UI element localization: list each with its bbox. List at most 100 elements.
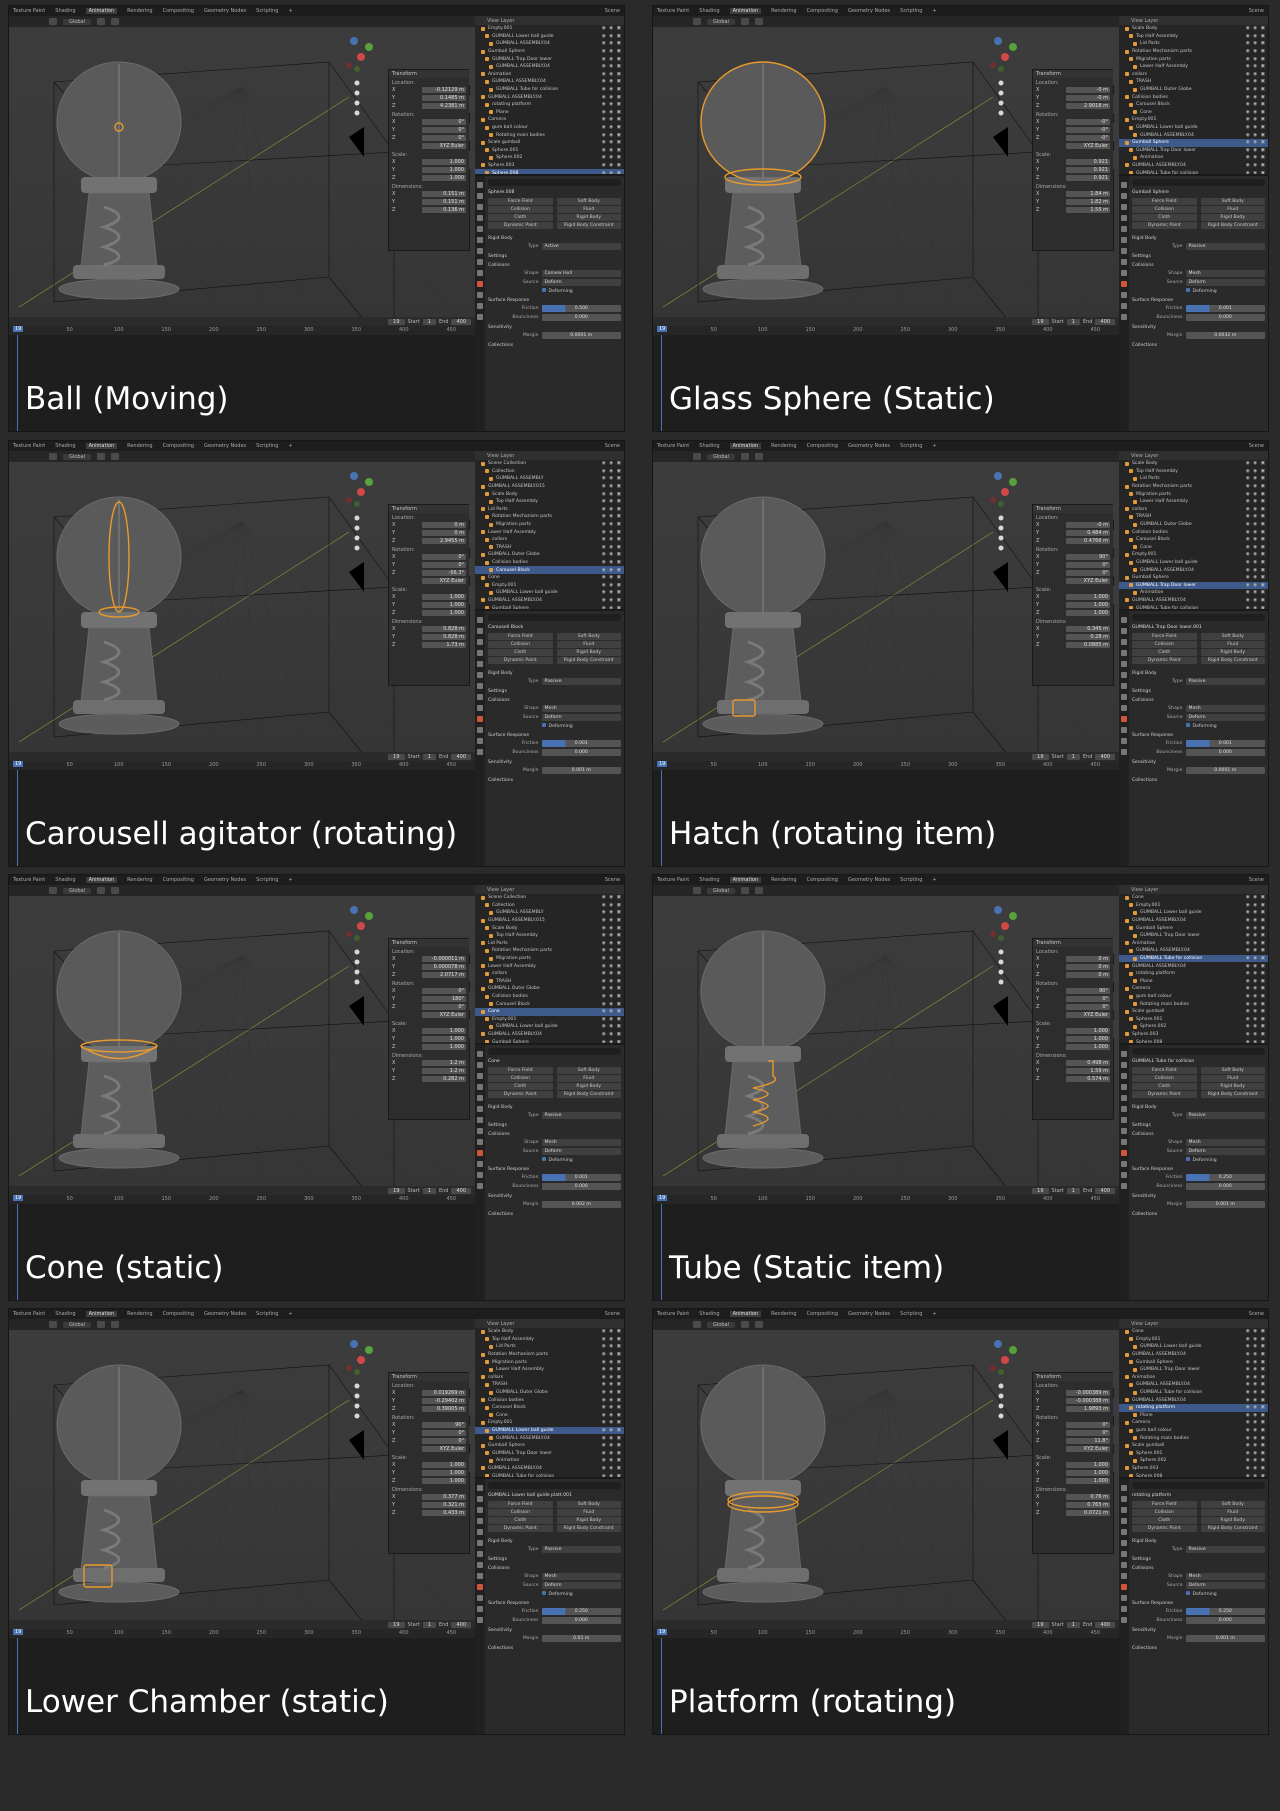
dimensions-value[interactable]: 0.282 m [422,1076,466,1082]
outliner[interactable]: View Layer Scale Body ◉ ◉ ▣ Top Half Assem… [1119,451,1268,611]
workspace-tab[interactable]: Rendering [127,877,153,883]
visibility-toggle-icon[interactable]: ◉ ◉ ▣ [602,895,622,900]
settings-subpanel[interactable]: Settings [488,1120,621,1129]
collisions-subpanel[interactable]: Collisions [488,1129,621,1138]
rigid-body-header[interactable]: Rigid Body [1132,1536,1265,1545]
start-frame-field[interactable]: 1 [422,1187,436,1194]
outliner-item[interactable]: Cone ◉ ◉ ▣ [1119,1328,1268,1336]
outliner-item[interactable]: GUMBALL ASSEMBLY.04 ◉ ◉ ▣ [1119,947,1268,955]
bounciness-slider[interactable]: 0.000 [541,749,621,756]
end-frame-field[interactable]: 400 [1095,318,1115,325]
end-frame-field[interactable]: 400 [451,318,471,325]
playhead-frame[interactable]: 19 [13,1629,24,1635]
deforming-checkbox[interactable] [541,288,546,292]
outliner-item[interactable]: GUMBALL Outer Globe ◉ ◉ ▣ [1119,521,1268,529]
visibility-toggle-icon[interactable]: ◉ ◉ ▣ [602,575,622,580]
visibility-toggle-icon[interactable]: ◉ ◉ ▣ [602,469,622,474]
visibility-toggle-icon[interactable]: ◉ ◉ ▣ [602,1405,622,1410]
visibility-toggle-icon[interactable]: ◉ ◉ ▣ [602,1329,622,1334]
workspace-tab[interactable]: Scripting [900,443,922,449]
dimensions-value[interactable]: 0.0885 m [1066,642,1110,648]
outliner-list[interactable]: Cone ◉ ◉ ▣ Empty.001 ◉ ◉ ▣ GUMBALL Lower bal… [1119,1328,1268,1477]
outliner-item[interactable]: GUMBALL Lower ball guide ◉ ◉ ▣ [475,1023,624,1031]
scale-fields[interactable]: X 1.000 Y 1.000 Z 1.000 [389,593,469,617]
location-value[interactable]: 1.9893 m [1066,1406,1110,1412]
scale-fields[interactable]: X 1.000 Y 1.000 Z 1.000 [389,1027,469,1051]
rotation-value[interactable]: 0° [422,119,466,125]
outliner-item[interactable]: GUMBALL Lower ball guide ◉ ◉ ▣ [1119,1343,1268,1351]
visibility-toggle-icon[interactable]: ◉ ◉ ▣ [1246,49,1266,54]
proportional-button[interactable] [754,887,763,894]
visibility-toggle-icon[interactable]: ◉ ◉ ▣ [602,1451,622,1456]
rotation-fields[interactable]: X 0° Y 0° Z -56.3° [389,553,469,577]
outliner-item[interactable]: Empty.001 ◉ ◉ ▣ [475,582,624,590]
deforming-checkbox[interactable] [1185,723,1190,727]
visibility-toggle-icon[interactable]: ◉ ◉ ▣ [1246,1360,1266,1365]
rotation-fields[interactable]: X 90° Y 0° Z 0° [389,1421,469,1445]
sensitivity-subpanel[interactable]: Sensitivity [1132,757,1265,766]
outliner-item[interactable]: Top Half Assembly ◉ ◉ ▣ [1119,33,1268,41]
sensitivity-subpanel[interactable]: Sensitivity [1132,322,1265,331]
visibility-toggle-icon[interactable]: ◉ ◉ ▣ [602,87,622,92]
navigation-gizmo[interactable] [346,906,373,941]
location-fields[interactable]: X -0 m Y 0.484 m Z 0.4766 m [1033,521,1113,545]
visibility-toggle-icon[interactable]: ◉ ◉ ▣ [602,1002,622,1007]
start-frame-field[interactable]: 1 [1066,1621,1080,1628]
workspace-tab[interactable]: Geometry Nodes [848,443,890,449]
margin-field[interactable]: 0.001 m [541,767,621,774]
physics-toggle-button[interactable]: Rigid Body [556,649,621,656]
outliner-item[interactable]: Carousel Block ◉ ◉ ▣ [1119,536,1268,544]
workspace-tab[interactable]: Animation [729,877,762,883]
end-frame-field[interactable]: 400 [451,753,471,760]
workspace-tab[interactable]: Rendering [771,877,797,883]
visibility-toggle-icon[interactable]: ◉ ◉ ▣ [1246,484,1266,489]
visibility-toggle-icon[interactable]: ◉ ◉ ▣ [1246,1413,1266,1418]
current-frame-field[interactable]: 19 [1032,1187,1049,1194]
visibility-toggle-icon[interactable]: ◉ ◉ ▣ [1246,933,1266,938]
physics-toggle-button[interactable]: Collision [1132,1075,1197,1082]
visibility-toggle-icon[interactable]: ◉ ◉ ▣ [602,545,622,550]
snap-button[interactable] [740,18,749,25]
frame-ruler[interactable]: 19 50 100 150 200 250 300 350 400 450 [653,1629,1119,1638]
properties-tabs[interactable] [475,611,485,866]
scale-value[interactable]: 1.000 [422,175,466,181]
visibility-toggle-icon[interactable]: ◉ ◉ ▣ [602,1436,622,1441]
visibility-toggle-icon[interactable]: ◉ ◉ ▣ [602,1420,622,1425]
rotation-value[interactable]: 0° [1066,570,1110,576]
visibility-toggle-icon[interactable]: ◉ ◉ ▣ [602,148,622,153]
outliner-item[interactable]: Carousel Block ◉ ◉ ▣ [1119,101,1268,109]
outliner-item[interactable]: Empty.001 ◉ ◉ ▣ [1119,902,1268,910]
location-value[interactable]: 0 m [1066,956,1110,962]
outliner-item[interactable]: GUMBALL Outer Globe ◉ ◉ ▣ [475,985,624,993]
visibility-toggle-icon[interactable]: ◉ ◉ ▣ [602,133,622,138]
visibility-toggle-icon[interactable]: ◉ ◉ ▣ [602,1024,622,1029]
outliner-item[interactable]: collars ◉ ◉ ▣ [475,970,624,978]
workspace-tab[interactable]: Geometry Nodes [204,443,246,449]
workspace-tab[interactable]: + [288,443,292,449]
timeline-editor[interactable]: 19 Start 1 End 400 19 50 100 150 200 250 300 3… [9,317,475,431]
outliner-item[interactable]: Sphere.001 ◉ ◉ ▣ [1119,1450,1268,1458]
collections-subpanel[interactable]: Collections [488,340,621,349]
sensitivity-subpanel[interactable]: Sensitivity [1132,1191,1265,1200]
sensitivity-subpanel[interactable]: Sensitivity [488,1625,621,1634]
dimensions-value[interactable]: 0.828 m [422,626,466,632]
physics-toggle-button[interactable]: Cloth [1132,649,1197,656]
outliner-item[interactable]: Gumball Sphere ◉ ◉ ▣ [1119,138,1268,147]
outliner-item[interactable]: Gumball Sphere ◉ ◉ ▣ [475,48,624,56]
visibility-toggle-icon[interactable]: ◉ ◉ ▣ [1246,1443,1266,1448]
dimensions-value[interactable]: 0.345 m [1066,626,1110,632]
rotation-value[interactable]: 0° [422,562,466,568]
shape-dropdown[interactable]: Convex Hull [541,270,621,277]
location-fields[interactable]: X -0.12129 m Y 0.1485 m Z 4.2381 m [389,86,469,110]
outliner-item[interactable]: Lid Parts ◉ ◉ ▣ [475,506,624,514]
source-dropdown[interactable]: Deform [1185,714,1265,721]
visibility-toggle-icon[interactable]: ◉ ◉ ▣ [1246,26,1266,31]
rigid-body-header[interactable]: Rigid Body [488,668,621,677]
visibility-toggle-icon[interactable]: ◉ ◉ ▣ [602,171,622,174]
editor-type-button[interactable] [49,1321,57,1328]
outliner-item[interactable]: Lower Half Assembly ◉ ◉ ▣ [1119,63,1268,71]
visibility-toggle-icon[interactable]: ◉ ◉ ▣ [1246,979,1266,984]
physics-toggle-button[interactable]: Dynamic Paint [488,657,553,664]
visibility-toggle-icon[interactable]: ◉ ◉ ▣ [602,994,622,999]
physics-toggle-button[interactable]: Rigid Body Constraint [1200,1525,1265,1532]
